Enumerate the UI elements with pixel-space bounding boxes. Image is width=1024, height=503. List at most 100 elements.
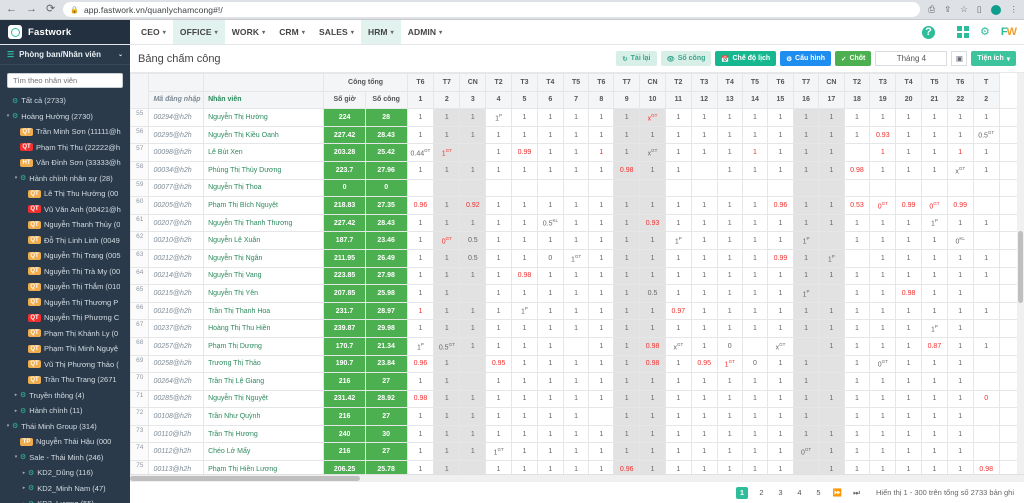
- table-row[interactable]: 69 00258@h2h Trương Thị Thảo 190.7 23.84 0.96…: [130, 354, 1024, 374]
- table-row[interactable]: 59 00077@h2h Nguyễn Thị Thoa 0 0: [130, 178, 1024, 198]
- table-row[interactable]: 65 00215@h2h Nguyễn Thị Yên 207.85 25.98 1 1 1 1…: [130, 284, 1024, 303]
- help-icon[interactable]: ?: [922, 25, 935, 39]
- apps-grid-icon[interactable]: [957, 26, 969, 38]
- share-icon[interactable]: ⇪: [944, 4, 951, 15]
- tree-node[interactable]: ▸ ⚙ KD2_Minh Nam (47): [0, 481, 130, 497]
- tree-node[interactable]: ⚙ Tất cả (2733): [0, 93, 130, 109]
- tree-expand-icon[interactable]: ▾: [4, 423, 12, 429]
- tree-expand-icon[interactable]: ▸: [20, 485, 28, 491]
- chevron-down-icon[interactable]: ⌄: [118, 51, 123, 58]
- vertical-scrollbar[interactable]: [1017, 73, 1024, 474]
- menu-item-office[interactable]: OFFICE ▾: [172, 20, 225, 44]
- menu-item-admin[interactable]: ADMIN ▾: [401, 20, 449, 44]
- table-row[interactable]: 55 00294@h2h Nguyễn Thị Hường 224 28 1 1 1 1P 1 1 1…: [130, 108, 1024, 127]
- table-row[interactable]: 58 00034@h2h Phùng Thị Thủy Dương 223.7 27.9…: [130, 160, 1024, 180]
- tree-expand-icon[interactable]: ▸: [20, 470, 28, 476]
- tree-node[interactable]: ▾ ⚙ Hành chính nhân sự (28): [0, 171, 130, 187]
- socong-button[interactable]: 👁 Sổ công: [660, 51, 712, 66]
- cast-icon[interactable]: ⎙: [928, 4, 935, 15]
- profile-avatar[interactable]: [990, 4, 1001, 15]
- tree-node[interactable]: ▸ ⚙ KD2_Dũng (116): [0, 465, 130, 481]
- bookmark-star-icon[interactable]: ☆: [960, 4, 968, 15]
- tree-node[interactable]: QT Phạm Thị Thu (22222@h: [0, 140, 130, 156]
- row-day-cell: 1: [562, 125, 590, 145]
- sidebar-header[interactable]: ☰ Phòng ban/Nhân viên ⌄: [0, 45, 130, 65]
- settings-gear-icon[interactable]: ⚙: [980, 26, 990, 38]
- tree-node[interactable]: QT Lê Thị Thu Hường (00: [0, 186, 130, 202]
- menu-item-work[interactable]: WORK ▾: [225, 20, 272, 44]
- page-button-5[interactable]: 5: [813, 488, 824, 497]
- table-row[interactable]: 60 00205@h2h Phạm Thị Bích Nguyệt 218.83 27.…: [130, 196, 1024, 215]
- table-row[interactable]: 57 00098@h2h Lê Bút Xen 203.28 25.42 0.44GT 1G…: [130, 143, 1024, 162]
- tree-expand-icon[interactable]: ▸: [12, 408, 20, 414]
- tree-node[interactable]: ▾ ⚙ Hoàng Hường (2730): [0, 109, 130, 125]
- tree-node[interactable]: ▾ ⚙ Sale - Thái Minh (246): [0, 450, 130, 466]
- tree-node[interactable]: QT Vũ Văn Anh (00421@h: [0, 202, 130, 218]
- tree-node[interactable]: QT Nguyễn Thị Thương P: [0, 295, 130, 311]
- table-row[interactable]: 66 00216@h2h Trần Thị Thanh Hoa 231.7 28.97 1…: [130, 301, 1024, 321]
- tree-node[interactable]: HT Văn Đình Sơn (33333@h: [0, 155, 130, 171]
- tree-node[interactable]: ▸⚙KD2_Lương (55): [0, 496, 130, 503]
- tree-expand-icon[interactable]: ▾: [4, 113, 12, 119]
- table-row[interactable]: 67 00237@h2h Hoàng Thị Thu Hiền 239.87 29.98…: [130, 319, 1024, 338]
- schedule-mode-button[interactable]: 📅 Chế độ lịch: [715, 51, 777, 66]
- table-row[interactable]: 71 00285@h2h Nguyễn Thị Nguyệt 231.42 28.92 0…: [130, 389, 1024, 409]
- lock-button[interactable]: ✓ Chốt: [835, 51, 872, 66]
- table-row[interactable]: 73 00110@h2h Trần Thị Hương 240 30 1 1 1 1 1 1 1 1 1 1…: [130, 424, 1024, 444]
- fastwork-mark-icon[interactable]: FW: [1001, 26, 1017, 38]
- month-selector[interactable]: Tháng 4: [875, 51, 948, 66]
- tree-node[interactable]: QT Nguyễn Thị Phương C: [0, 310, 130, 326]
- menu-item-hrm[interactable]: HRM ▾: [360, 20, 401, 44]
- tree-node[interactable]: QT Vũ Thị Phương Thảo (: [0, 357, 130, 373]
- tree-expand-icon[interactable]: ▾: [12, 454, 20, 460]
- brand-logo-area[interactable]: Fastwork: [0, 20, 130, 44]
- forward-icon[interactable]: →: [26, 4, 37, 15]
- tree-node[interactable]: TP Nguyễn Thái Hậu (000: [0, 434, 130, 450]
- horizontal-scrollbar[interactable]: [130, 474, 1024, 481]
- calendar-picker-icon[interactable]: ▣: [951, 51, 968, 66]
- table-row[interactable]: 70 00264@h2h Trần Thị Lệ Giang 216 27 1 1 1 1 1 1 1…: [130, 372, 1024, 391]
- tree-node[interactable]: ▸ ⚙ Hành chính (11): [0, 403, 130, 419]
- table-row[interactable]: 56 00295@h2h Nguyễn Thị Kiều Oanh 227.42 28.…: [130, 125, 1024, 145]
- tree-node[interactable]: QT Trần Thu Trang (2671: [0, 372, 130, 388]
- timesheet-table-zone[interactable]: Công tổng T6 T7 CN T2 T3 T4 T5 T6 T7 CN T2 T3 T4 T5 T6 T…: [130, 72, 1024, 474]
- sidepanel-icon[interactable]: ▯: [977, 4, 982, 15]
- last-page-icon[interactable]: ⏭: [851, 488, 862, 498]
- tree-node[interactable]: QT Đỗ Thị Linh Linh (0049: [0, 233, 130, 249]
- tree-node[interactable]: ▾ ⚙ Thái Minh Group (314): [0, 419, 130, 435]
- table-row[interactable]: 75 00113@h2h Phạm Thị Hiền Lương 206.25 25.7…: [130, 460, 1024, 474]
- table-row[interactable]: 68 00257@h2h Phạm Thị Dương 170.7 21.34 1P 0.5…: [130, 336, 1024, 356]
- table-row[interactable]: 72 00108@h2h Trần Như Quỳnh 216 27 1 1 1 1 1 1 1 1 1 1…: [130, 407, 1024, 426]
- reload-icon[interactable]: ⟳: [46, 4, 55, 15]
- tree-node[interactable]: ▸ ⚙ Truyền thông (4): [0, 388, 130, 404]
- menu-item-ceo[interactable]: CEO ▾: [134, 20, 173, 44]
- tree-node[interactable]: QT Phạm Thị Khánh Ly (0: [0, 326, 130, 342]
- next-page-icon[interactable]: ⏩: [832, 488, 843, 497]
- page-button-4[interactable]: 4: [794, 488, 805, 497]
- search-input[interactable]: [7, 73, 123, 88]
- tree-node[interactable]: QT Trần Minh Sơn (11111@h: [0, 124, 130, 140]
- address-bar[interactable]: 🔒 app.fastwork.vn/quanlychamcong#!/: [63, 2, 921, 17]
- tree-node[interactable]: QT Phạm Thị Minh Nguyệ: [0, 341, 130, 357]
- tree-node[interactable]: QT Nguyễn Thanh Thủy (0: [0, 217, 130, 233]
- back-icon[interactable]: ←: [6, 4, 17, 15]
- reload-button[interactable]: ↻ Tải lại: [616, 51, 657, 66]
- tree-node[interactable]: QT Nguyễn Thị Thắm (010: [0, 279, 130, 295]
- page-button-1[interactable]: 1: [735, 486, 748, 499]
- tree-expand-icon[interactable]: ▸: [12, 392, 20, 398]
- menu-item-crm[interactable]: CRM ▾: [272, 20, 312, 44]
- page-button-2[interactable]: 2: [756, 488, 767, 497]
- menu-kebab-icon[interactable]: ⋮: [1010, 4, 1019, 15]
- config-button[interactable]: ⚙ Cấu hình: [780, 51, 831, 66]
- page-button-3[interactable]: 3: [775, 488, 786, 497]
- tree-node[interactable]: QT Nguyễn Thị Trang (005: [0, 248, 130, 264]
- table-row[interactable]: 63 00212@h2h Nguyễn Thị Ngân 211.95 26.49 1 1 0…: [130, 248, 1024, 268]
- tree-node[interactable]: QT Nguyễn Thị Trà My (00: [0, 264, 130, 280]
- table-row[interactable]: 74 00112@h2h Chéo Lở Mấy 216 27 1 1 1 1GT 1 1 1 1 1 1 1…: [130, 442, 1024, 462]
- table-row[interactable]: 64 00214@h2h Nguyễn Thị Vang 223.85 27.98 1 1 1…: [130, 266, 1024, 286]
- menu-item-sales[interactable]: SALES ▾: [312, 20, 361, 44]
- tree-expand-icon[interactable]: ▾: [12, 175, 20, 181]
- table-row[interactable]: 62 00210@h2h Nguyễn Lệ Xuân 187.7 23.46 1 0GT 0…: [130, 231, 1024, 250]
- utility-dropdown-button[interactable]: Tiện ích ▾: [971, 51, 1016, 66]
- table-row[interactable]: 61 00207@h2h Nguyễn Thị Thanh Thương 227.42…: [130, 213, 1024, 233]
